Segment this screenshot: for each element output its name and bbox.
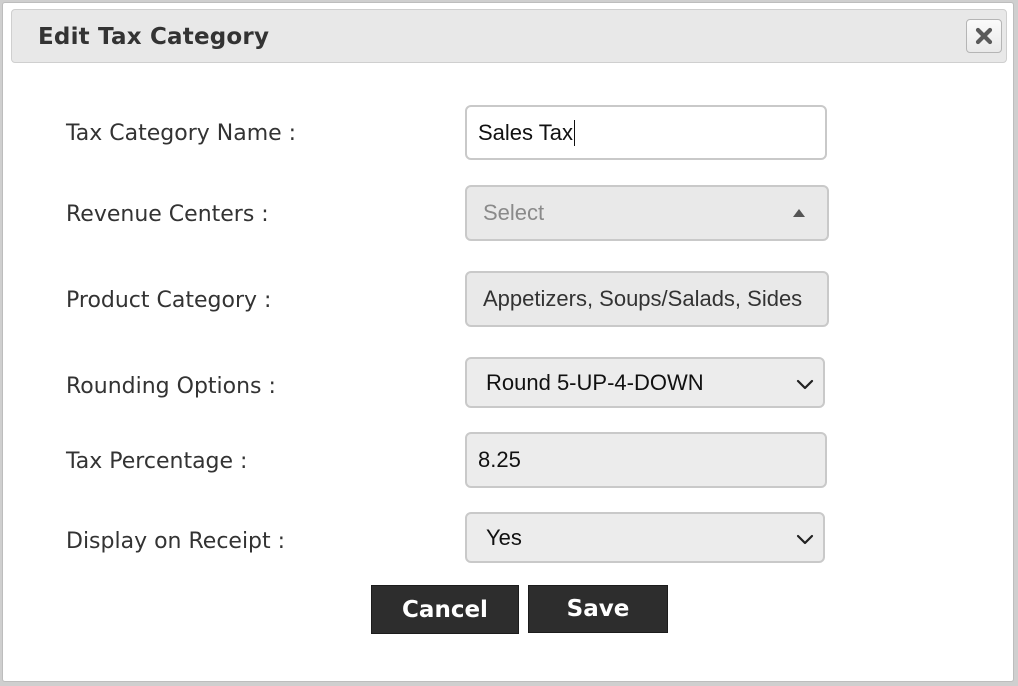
edit-tax-category-dialog: Edit Tax Category — [2, 2, 1014, 682]
tax-category-name-input[interactable]: Sales Tax — [465, 105, 827, 160]
save-button[interactable]: Save — [528, 585, 668, 633]
chevron-down-icon — [795, 529, 815, 555]
rounding-options-value: Round 5-UP-4-DOWN — [486, 369, 704, 395]
display-on-receipt-value: Yes — [486, 524, 522, 550]
dialog-titlebar: Edit Tax Category — [11, 9, 1007, 63]
tax-category-name-label: Tax Category Name : — [66, 121, 297, 146]
dialog-title: Edit Tax Category — [38, 24, 270, 50]
tax-percentage-input[interactable]: 8.25 — [465, 432, 827, 488]
rounding-options-select[interactable]: Round 5-UP-4-DOWN — [465, 357, 825, 408]
product-category-value: Appetizers, Soups/Salads, Sides — [483, 286, 803, 311]
display-on-receipt-select[interactable]: Yes — [465, 512, 825, 563]
text-caret — [573, 119, 576, 146]
caret-up-icon — [793, 209, 805, 217]
close-button[interactable] — [966, 19, 1002, 53]
product-category-label: Product Category : — [66, 288, 272, 313]
revenue-centers-placeholder: Select — [483, 200, 545, 225]
tax-percentage-label: Tax Percentage : — [66, 449, 248, 474]
product-category-select[interactable]: Appetizers, Soups/Salads, Sides — [465, 271, 829, 327]
revenue-centers-select[interactable]: Select — [465, 185, 829, 241]
revenue-centers-label: Revenue Centers : — [66, 202, 269, 227]
rounding-options-label: Rounding Options : — [66, 374, 276, 399]
cancel-button[interactable]: Cancel — [371, 585, 519, 634]
chevron-down-icon — [795, 374, 815, 400]
close-icon — [974, 26, 994, 46]
display-on-receipt-label: Display on Receipt : — [66, 529, 286, 554]
tax-category-name-value: Sales Tax — [478, 119, 573, 145]
tax-percentage-value: 8.25 — [478, 447, 521, 472]
